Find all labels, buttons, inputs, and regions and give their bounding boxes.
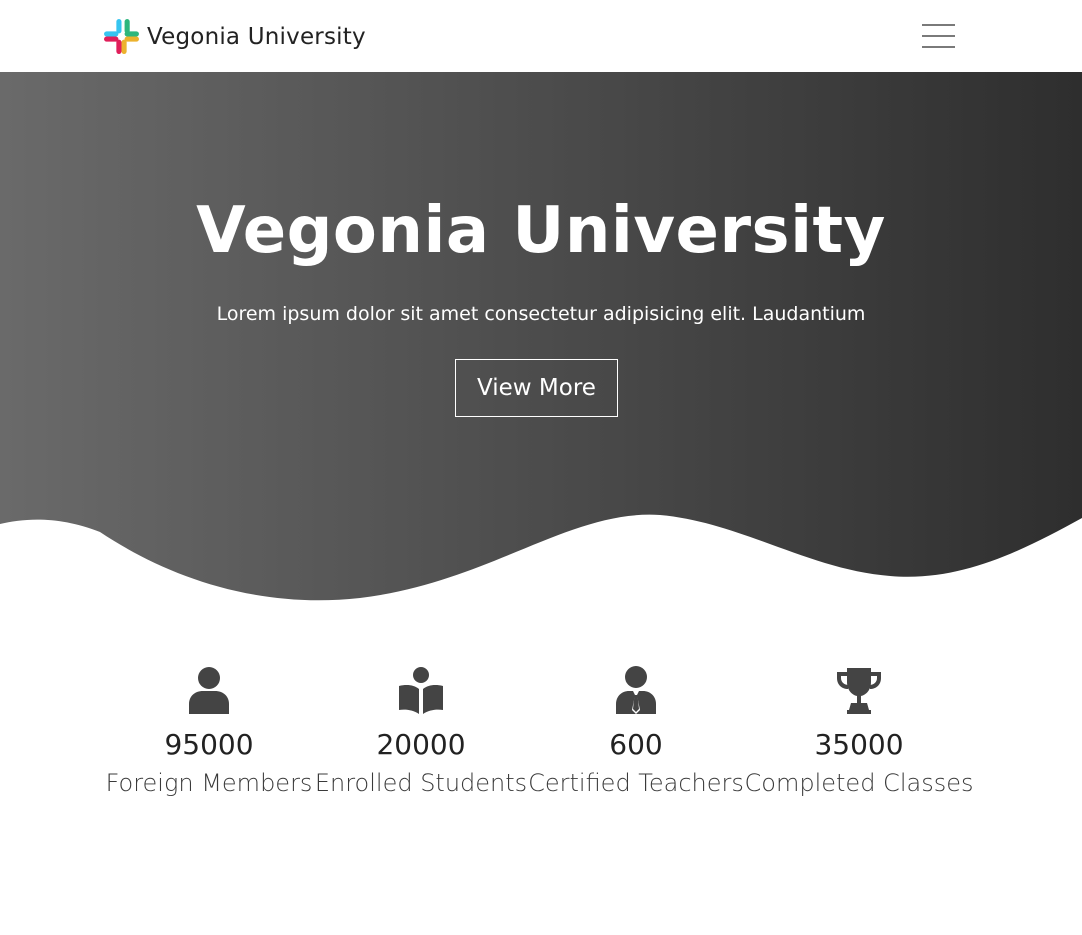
view-more-button[interactable]: View More — [455, 359, 618, 417]
stat-completed-classes: 35000 Completed Classes — [744, 660, 974, 798]
hero-subtitle: Lorem ipsum dolor sit amet consectetur a… — [216, 303, 866, 325]
hero-title: Vegonia University — [196, 194, 886, 268]
stat-foreign-members: 95000 Foreign Members — [94, 660, 324, 798]
stat-value: 35000 — [814, 728, 904, 761]
stat-enrolled-students: 20000 Enrolled Students — [306, 660, 536, 798]
stat-certified-teachers: 600 Certified Teachers — [521, 660, 751, 798]
brand-name: Vegonia University — [147, 23, 366, 50]
navbar: Vegonia University — [0, 0, 1082, 72]
stats-section: 95000 Foreign Members 20000 Enrolled Stu… — [0, 660, 1082, 820]
hero-section: Vegonia University Lorem ipsum dolor sit… — [0, 72, 1082, 612]
menu-bar-bottom — [922, 46, 955, 48]
brand-link[interactable]: Vegonia University — [103, 18, 366, 55]
hamburger-menu-icon[interactable] — [922, 22, 955, 48]
stat-label: Certified Teachers — [528, 769, 744, 797]
user-icon — [189, 667, 229, 714]
menu-bar-top — [922, 24, 955, 26]
menu-bar-middle — [922, 35, 955, 37]
stat-label: Completed Classes — [744, 769, 974, 797]
stat-label: Enrolled Students — [314, 769, 528, 797]
stat-value: 95000 — [164, 728, 254, 761]
trophy-icon — [837, 668, 881, 714]
stat-value: 600 — [609, 728, 663, 761]
stat-value: 20000 — [376, 728, 466, 761]
slack-logo-icon — [104, 19, 139, 54]
book-reader-icon — [399, 667, 443, 714]
stat-label: Foreign Members — [105, 769, 313, 797]
hero-wave-background — [0, 72, 1082, 601]
teacher-icon — [616, 666, 656, 714]
